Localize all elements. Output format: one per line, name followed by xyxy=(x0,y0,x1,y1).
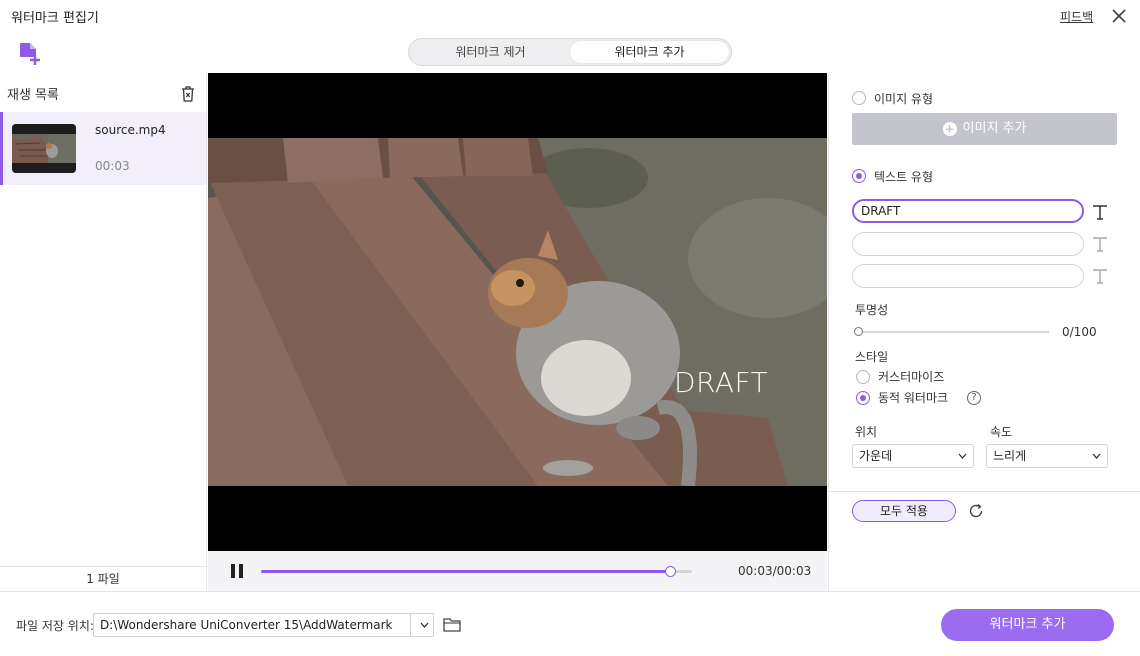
opacity-slider-track[interactable] xyxy=(858,331,1049,333)
watermark-settings-panel: 이미지 유형 + 이미지 추가 텍스트 유형 DRAFT 투명성 0/100 스타… xyxy=(828,73,1140,591)
font-settings-icon[interactable] xyxy=(1092,236,1108,252)
playlist-file-count: 1 파일 xyxy=(0,566,206,591)
watermark-text-field-1[interactable]: DRAFT xyxy=(852,199,1084,223)
title-bar: 워터마크 편집기 피드백 xyxy=(0,0,1140,32)
playlist-item-duration: 00:03 xyxy=(95,159,130,173)
add-watermark-button[interactable]: 워터마크 추가 xyxy=(941,609,1114,641)
help-icon[interactable]: ? xyxy=(967,391,981,405)
video-frame-image xyxy=(208,138,827,486)
speed-select-value: 느리게 xyxy=(993,449,1027,463)
font-settings-icon[interactable] xyxy=(1092,268,1108,284)
window-title: 워터마크 편집기 xyxy=(11,11,99,26)
chevron-down-icon xyxy=(958,453,967,459)
text-type-radio[interactable] xyxy=(852,169,866,183)
progress-handle[interactable] xyxy=(665,566,677,577)
position-select-value: 가운데 xyxy=(859,449,893,463)
reset-icon[interactable] xyxy=(968,503,984,519)
watermark-text-field-3[interactable] xyxy=(852,264,1084,288)
output-bar: 파일 저장 위치: D:\Wondershare UniConverter 15… xyxy=(0,591,1140,656)
playlist-title: 재생 목록 xyxy=(7,88,59,103)
image-type-label: 이미지 유형 xyxy=(874,92,934,106)
chevron-down-icon[interactable] xyxy=(420,622,429,628)
divider xyxy=(829,491,1140,492)
video-thumbnail xyxy=(12,124,76,173)
folder-icon[interactable] xyxy=(443,616,461,632)
text-type-label: 텍스트 유형 xyxy=(874,170,934,184)
speed-label: 속도 xyxy=(990,425,1013,439)
pause-icon[interactable] xyxy=(229,563,245,579)
style-custom-label: 커스터마이즈 xyxy=(878,370,945,384)
save-location-label: 파일 저장 위치: xyxy=(16,619,94,633)
tab-remove-watermark[interactable]: 워터마크 제거 xyxy=(411,41,570,63)
progress-track[interactable] xyxy=(261,566,692,577)
position-select[interactable]: 가운데 xyxy=(852,444,974,468)
progress-fill xyxy=(261,570,671,573)
watermark-overlay-text[interactable]: DRAFT xyxy=(674,366,768,399)
video-frame: DRAFT xyxy=(208,138,827,486)
playlist-panel: 재생 목록 source.mp4 00:03 1 파일 xyxy=(0,73,207,591)
chevron-down-icon xyxy=(1092,453,1101,459)
feedback-link[interactable]: 피드백 xyxy=(1060,8,1093,25)
trash-icon[interactable] xyxy=(179,85,197,103)
playlist-item-filename: source.mp4 xyxy=(95,123,166,137)
add-image-label: 이미지 추가 xyxy=(962,121,1027,136)
image-type-radio[interactable] xyxy=(852,91,866,105)
mode-tabs: 워터마크 제거 워터마크 추가 xyxy=(408,38,732,66)
add-file-icon[interactable] xyxy=(17,40,43,66)
tab-add-watermark[interactable]: 워터마크 추가 xyxy=(570,41,729,63)
style-custom-radio[interactable] xyxy=(856,370,870,384)
font-settings-icon[interactable] xyxy=(1092,204,1108,220)
opacity-slider-handle[interactable] xyxy=(854,327,863,336)
close-icon[interactable] xyxy=(1108,5,1130,27)
save-path-value: D:\Wondershare UniConverter 15\AddWaterm… xyxy=(100,618,393,632)
watermark-text-field-2[interactable] xyxy=(852,232,1084,256)
playback-time: 00:03/00:03 xyxy=(738,564,812,578)
opacity-label: 투명성 xyxy=(855,303,889,317)
playlist-item[interactable]: source.mp4 00:03 xyxy=(0,112,206,185)
style-dynamic-label: 동적 워터마크 xyxy=(878,391,949,405)
apply-all-button[interactable]: 모두 적용 xyxy=(852,500,956,522)
plus-circle-icon: + xyxy=(942,122,957,136)
style-label: 스타일 xyxy=(855,350,889,364)
player-controls: 00:03/00:03 xyxy=(208,551,827,591)
divider xyxy=(410,614,411,636)
add-image-button[interactable]: + 이미지 추가 xyxy=(852,113,1117,145)
save-path-select[interactable]: D:\Wondershare UniConverter 15\AddWaterm… xyxy=(93,613,434,637)
speed-select[interactable]: 느리게 xyxy=(986,444,1108,468)
video-preview[interactable]: DRAFT xyxy=(208,73,827,551)
opacity-value: 0/100 xyxy=(1062,325,1097,339)
style-dynamic-radio[interactable] xyxy=(856,391,870,405)
position-label: 위치 xyxy=(855,425,878,439)
